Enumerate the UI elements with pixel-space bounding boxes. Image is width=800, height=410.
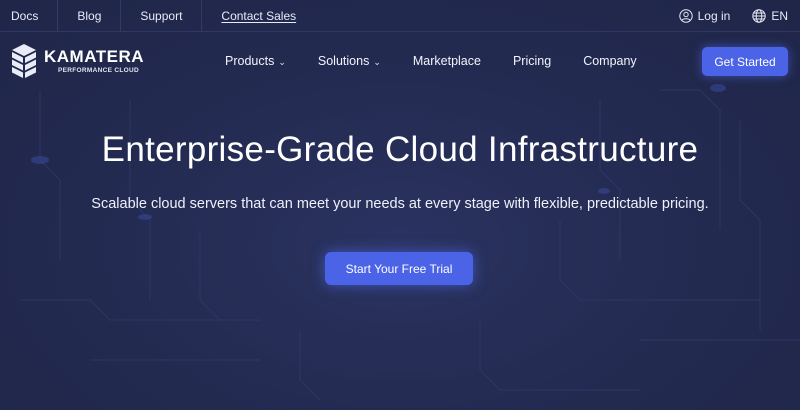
start-free-trial-button[interactable]: Start Your Free Trial xyxy=(325,252,473,285)
language-selector[interactable]: EN xyxy=(752,9,788,23)
nav-menu: Products ⌄ Solutions ⌄ Marketplace Prici… xyxy=(225,32,637,90)
nav-item-company-label: Company xyxy=(583,54,637,68)
logo-tagline: PERFORMANCE CLOUD xyxy=(58,66,139,74)
main-navigation: KAMATERA PERFORMANCE CLOUD Products ⌄ So… xyxy=(0,32,800,90)
hero-title: Enterprise-Grade Cloud Infrastructure xyxy=(101,130,699,169)
nav-item-marketplace-label: Marketplace xyxy=(412,54,481,68)
top-utility-bar: Docs Blog Support Contact Sales Log in E… xyxy=(0,0,800,32)
kamatera-logo[interactable]: KAMATERA PERFORMANCE CLOUD xyxy=(10,43,144,79)
nav-item-pricing-label: Pricing xyxy=(512,54,552,68)
nav-item-company[interactable]: Company xyxy=(583,54,637,68)
user-icon xyxy=(678,8,693,23)
docs-link-label: Docs xyxy=(11,8,39,23)
chevron-down-icon: ⌄ xyxy=(278,56,286,67)
contact-sales-link-label: Contact Sales xyxy=(221,8,297,23)
nav-item-pricing[interactable]: Pricing xyxy=(513,54,551,68)
login-link[interactable]: Log in xyxy=(678,8,731,23)
blog-link[interactable]: Blog xyxy=(58,0,122,31)
kamatera-logo-icon xyxy=(10,43,38,79)
support-link[interactable]: Support xyxy=(121,0,203,31)
hero-subtitle: Scalable cloud servers that can meet you… xyxy=(91,196,709,212)
nav-item-solutions-label: Solutions xyxy=(317,54,370,68)
nav-item-marketplace[interactable]: Marketplace xyxy=(413,54,481,68)
blog-link-label: Blog xyxy=(77,8,102,23)
nav-item-solutions[interactable]: Solutions ⌄ xyxy=(318,54,381,68)
support-link-label: Support xyxy=(140,8,183,23)
globe-icon xyxy=(752,8,767,23)
logo-name: KAMATERA xyxy=(44,46,145,66)
docs-link[interactable]: Docs xyxy=(0,0,59,31)
login-label: Log in xyxy=(697,8,731,23)
get-started-button[interactable]: Get Started xyxy=(702,47,788,76)
nav-item-products-label: Products xyxy=(225,54,275,68)
utility-links: Docs Blog Support Contact Sales xyxy=(0,0,315,31)
language-label: EN xyxy=(771,8,788,23)
nav-item-products[interactable]: Products ⌄ xyxy=(225,54,286,68)
contact-sales-link[interactable]: Contact Sales xyxy=(202,0,315,31)
chevron-down-icon: ⌄ xyxy=(373,56,381,67)
